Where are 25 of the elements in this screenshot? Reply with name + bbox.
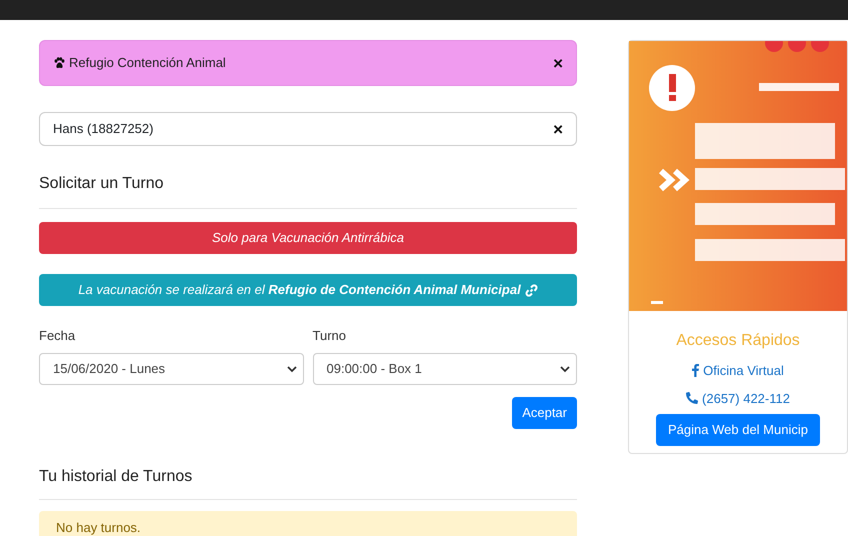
website-button[interactable]: Página Web del Municip (656, 414, 820, 446)
user-text: Hans (18827252) (53, 120, 154, 138)
quick-link[interactable]: (2657) 422-112 (686, 388, 790, 408)
clear-button[interactable]: × (553, 120, 563, 138)
accept-button[interactable]: Aceptar (512, 396, 577, 428)
notice-text: Solo para Vacunación Antirrábica (212, 229, 404, 248)
select-field[interactable]: 15/06/2020 - Lunes (39, 352, 304, 384)
section-title: Solicitar un Turno (39, 174, 165, 194)
close-button[interactable]: × (553, 54, 563, 72)
empty-notice: No hay turnos. (39, 510, 577, 536)
user-field[interactable]: Hans (18827252) × (39, 112, 577, 146)
link-icon[interactable] (524, 284, 538, 296)
chevron-down-icon (560, 364, 570, 372)
quick-link[interactable]: Oficina Virtual (692, 361, 784, 380)
phone-icon (686, 392, 698, 404)
chevron-down-icon (286, 364, 296, 372)
section-title: Tu historial de Turnos (39, 466, 194, 486)
notice-text: La vacunación se realizará en el Refugio de Contención Animal Municipal (78, 281, 521, 300)
facebook-icon (692, 364, 700, 378)
card-title: Accesos Rápidos (676, 331, 800, 351)
select-field[interactable]: 09:00:00 - Box 1 (312, 352, 577, 384)
alert-text: Refugio Contención Animal (69, 54, 226, 72)
paw-icon (53, 57, 66, 69)
field-label: Turno (312, 327, 347, 345)
field-label: Fecha (39, 327, 76, 345)
